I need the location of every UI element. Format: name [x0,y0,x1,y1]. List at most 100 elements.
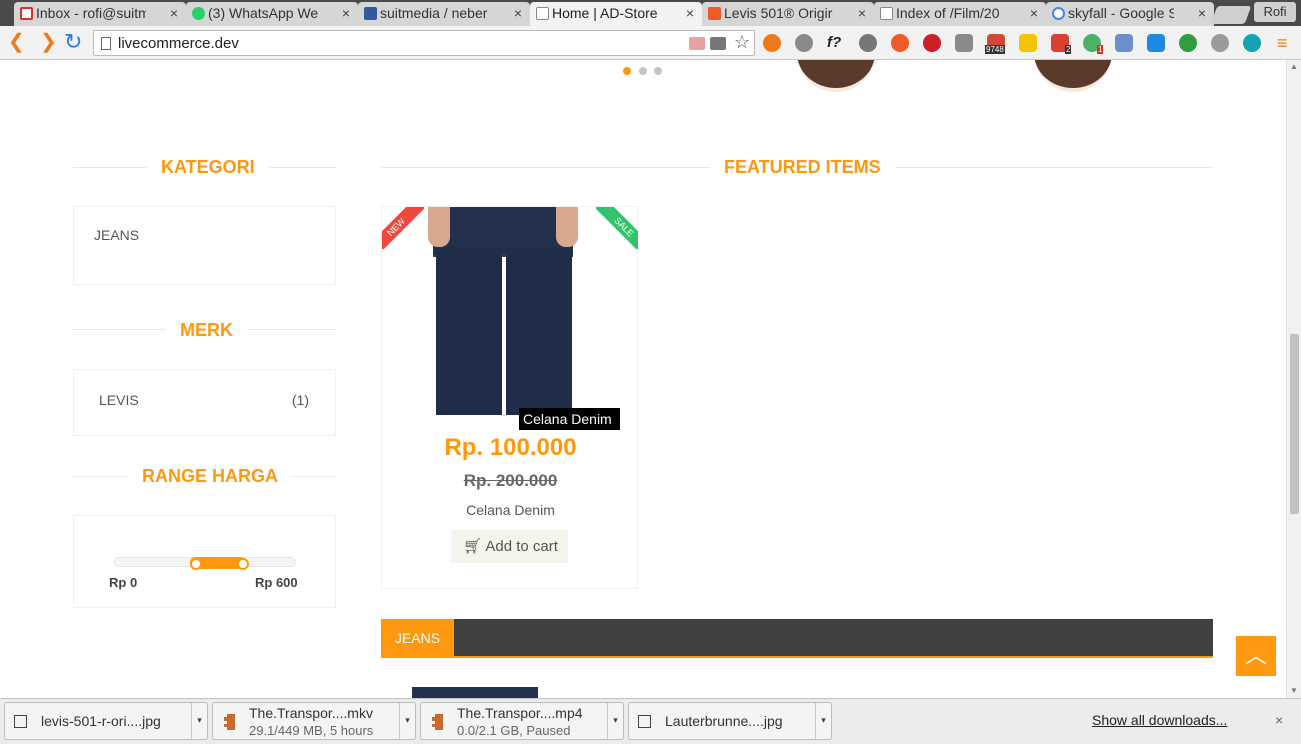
price-slider-min-handle[interactable] [190,558,202,570]
tab-whatsapp[interactable]: (3) WhatsApp We × [186,2,358,26]
tab-index-film[interactable]: Index of /Film/20 × [874,2,1046,26]
download-menu-chevron-icon[interactable]: ▾ [399,703,415,739]
hand-right [556,207,578,247]
image-caption: Celana Denim [519,408,620,430]
pinterest-extension-icon[interactable] [923,34,941,52]
d-extension-icon[interactable] [1147,34,1165,52]
todoist-count-badge: 2 [1065,45,1072,54]
video-file-icon [224,714,235,730]
download-status: 29.1/449 MB, 5 hours [249,723,374,738]
download-menu-chevron-icon[interactable]: ▾ [815,703,831,739]
download-item[interactable]: Lauterbrunne....jpg ▾ [628,702,832,740]
new-ribbon: NEW [382,207,424,249]
browser-toolbar: ❮ ❯ ↻ livecommerce.dev ☆ f? 9748 2 1 ≡ [0,26,1301,60]
scroll-to-top-button[interactable]: ︿ [1236,636,1276,676]
gray-extension-icon[interactable] [1211,34,1229,52]
download-filename: Lauterbrunne....jpg [665,713,783,729]
show-all-downloads-link[interactable]: Show all downloads... [1092,712,1227,728]
reload-icon[interactable]: ↻ [64,31,82,53]
vivaldi-extension-icon[interactable] [689,37,705,50]
add-to-cart-button[interactable]: 🛒︎ Add to cart [451,530,568,563]
brand-title: MERK [166,320,247,341]
product-name[interactable]: Celana Denim [382,502,639,518]
download-item[interactable]: The.Transpor....mkv 29.1/449 MB, 5 hours… [212,702,416,740]
download-menu-chevron-icon[interactable]: ▾ [191,703,207,739]
menu-icon[interactable]: ≡ [1277,34,1295,52]
forward-icon[interactable]: ❯ [40,32,57,52]
page-icon [536,7,549,20]
profile-button[interactable]: Rofi [1254,2,1296,22]
product-card: NEW SALE Celana Denim Rp. 100.000 Rp. 20… [381,206,638,589]
grammarly-extension-icon[interactable] [1243,34,1261,52]
jeans-leg-left [436,247,502,415]
download-status: 0.0/2.1 GB, Paused [457,723,571,738]
tab-ad-store[interactable]: Home | AD-Store × [530,2,702,26]
download-filename: levis-501-r-ori....jpg [41,713,161,729]
sticky-note-extension-icon[interactable] [1019,34,1037,52]
page-scrollbar[interactable]: ▲ ▼ [1286,60,1301,698]
product-image[interactable] [428,207,581,415]
new-tab-button[interactable] [1210,6,1252,24]
price-range-title: RANGE HARGA [128,466,293,487]
shield-extension-icon[interactable] [955,34,973,52]
tab-jeans[interactable]: JEANS [381,619,454,658]
browser-tab-strip: Inbox - rofi@suitm × (3) WhatsApp We × s… [0,0,1301,26]
image-file-icon [14,715,27,728]
lastpass-extension-icon[interactable] [763,34,781,52]
back-icon[interactable]: ❮ [8,32,25,52]
tab-suitmedia[interactable]: suitmedia / neber × [358,2,530,26]
image-file-icon [638,715,651,728]
tab-close-icon[interactable]: × [514,5,522,21]
url-text[interactable]: livecommerce.dev [118,35,239,52]
brand-count: (1) [291,392,309,408]
quote-extension-icon[interactable] [859,34,877,52]
tab-google-search[interactable]: skyfall - Google Se × [1046,2,1214,26]
hand-extension-icon[interactable] [1179,34,1197,52]
screenshot-extension-icon[interactable] [1115,34,1133,52]
tab-close-icon[interactable]: × [1198,5,1206,21]
firefox-extension-icon[interactable] [891,34,909,52]
tab-title: skyfall - Google Se [1068,5,1174,21]
repo-icon [364,7,377,20]
tab-close-icon[interactable]: × [858,5,866,21]
close-shelf-icon[interactable]: × [1275,712,1283,728]
gmail-icon [20,7,33,20]
download-menu-chevron-icon[interactable]: ▾ [607,703,623,739]
scroll-down-arrow-icon[interactable]: ▼ [1290,686,1298,695]
category-panel: JEANS [73,206,336,285]
carousel-dot-2[interactable] [639,67,647,75]
cast-icon[interactable] [710,37,726,50]
tab-close-icon[interactable]: × [170,5,178,21]
mail-count-badge: 9748 [985,45,1005,54]
download-item[interactable]: levis-501-r-ori....jpg ▾ [4,702,208,740]
category-tab-bar: JEANS [381,619,1213,658]
carousel-dot-1[interactable] [623,67,631,75]
tab-levis[interactable]: Levis 501® Origir × [702,2,874,26]
price-slider-max-handle[interactable] [237,558,249,570]
hand-left [428,207,450,247]
whatfont-extension-icon[interactable]: f? [827,34,845,52]
address-bar[interactable]: livecommerce.dev ☆ [93,30,755,56]
brand-item-levis[interactable]: LEVIS [99,392,139,408]
scrollbar-thumb[interactable] [1290,334,1299,514]
scroll-up-arrow-icon[interactable]: ▲ [1290,62,1298,71]
product-price: Rp. 100.000 [444,434,577,461]
tab-close-icon[interactable]: × [1030,5,1038,21]
tab-close-icon[interactable]: × [342,5,350,21]
carousel-dot-3[interactable] [654,67,662,75]
featured-title: FEATURED ITEMS [710,157,895,178]
category-item-jeans[interactable]: JEANS [94,227,139,243]
bookmark-star-icon[interactable]: ☆ [734,32,750,53]
download-filename: The.Transpor....mp4 [457,705,583,721]
slider-shoe-image [797,60,875,92]
tab-gmail[interactable]: Inbox - rofi@suitm × [14,2,186,26]
download-item[interactable]: The.Transpor....mp4 0.0/2.1 GB, Paused ▾ [420,702,624,740]
tab-title: Inbox - rofi@suitm [36,5,146,21]
sync-extension-icon[interactable] [795,34,813,52]
downloads-shelf: levis-501-r-ori....jpg ▾ The.Transpor...… [0,698,1301,744]
add-to-cart-label: Add to cart [485,538,558,555]
price-range-panel: Rp 0 Rp 600 [73,515,336,608]
tab-close-icon[interactable]: × [686,5,694,21]
product-old-price: Rp. 200.000 [463,471,558,490]
page-info-icon[interactable] [101,37,111,50]
